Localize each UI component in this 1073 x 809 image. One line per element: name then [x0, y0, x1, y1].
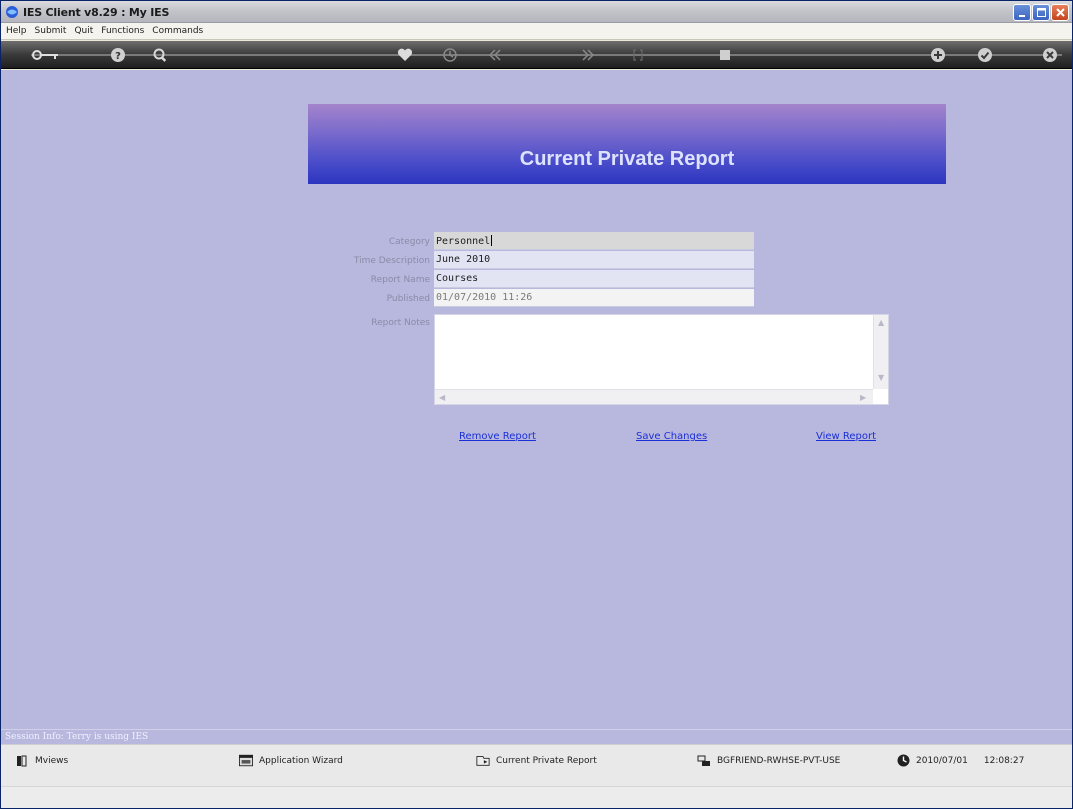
- app-window: IES Client v8.29 : My IES Help Submit Qu…: [0, 0, 1073, 809]
- report-name-value: Courses: [436, 273, 479, 284]
- title-bar[interactable]: IES Client v8.29 : My IES: [1, 1, 1072, 23]
- bottom-strip: [1, 786, 1072, 808]
- fast-forward-icon[interactable]: [579, 46, 597, 64]
- clock-status-icon: [896, 754, 910, 767]
- published-value: 01/07/2010 11:26: [436, 292, 533, 303]
- view-report-link[interactable]: View Report: [816, 431, 876, 442]
- task-current-private-report[interactable]: Current Private Report: [476, 754, 597, 767]
- main-content: Current Private Report Category Personne…: [1, 70, 1072, 729]
- category-value: Personnel: [436, 236, 491, 247]
- session-bar: Session Info: Terry is using IES: [1, 729, 1072, 744]
- published-label: Published: [386, 294, 430, 304]
- report-name-field[interactable]: Courses: [434, 270, 754, 288]
- stop-icon[interactable]: [716, 46, 734, 64]
- maximize-icon: [1036, 8, 1046, 17]
- bracket-icon[interactable]: [629, 46, 647, 64]
- maximize-button[interactable]: [1032, 4, 1050, 21]
- toolbar: ?: [1, 41, 1072, 69]
- menu-bar: Help Submit Quit Functions Commands: [1, 23, 1072, 40]
- menu-help[interactable]: Help: [6, 26, 27, 36]
- app-icon: [6, 6, 18, 18]
- remove-report-link[interactable]: Remove Report: [459, 431, 536, 442]
- window-title: IES Client v8.29 : My IES: [23, 6, 170, 19]
- time-description-field[interactable]: June 2010: [434, 251, 754, 269]
- menu-commands[interactable]: Commands: [152, 26, 203, 36]
- category-label: Category: [388, 237, 430, 247]
- scroll-left-icon[interactable]: ◀: [439, 393, 445, 402]
- report-icon: [476, 754, 490, 767]
- report-notes-label: Report Notes: [371, 318, 430, 328]
- user-icon: [697, 754, 711, 767]
- mviews-icon: [15, 754, 29, 767]
- search-icon[interactable]: [151, 46, 169, 64]
- task-mviews[interactable]: Mviews: [15, 754, 68, 767]
- rewind-icon[interactable]: [486, 46, 504, 64]
- add-icon[interactable]: [929, 46, 947, 64]
- category-field[interactable]: Personnel: [434, 232, 754, 250]
- toolbar-rail: [31, 54, 1062, 56]
- status-time: 12:08:27: [983, 755, 1025, 766]
- menu-submit[interactable]: Submit: [35, 26, 67, 36]
- notes-vertical-scrollbar[interactable]: ▲ ▼: [873, 315, 888, 389]
- page-title: Current Private Report: [519, 148, 735, 170]
- menu-quit[interactable]: Quit: [74, 26, 93, 36]
- save-changes-link[interactable]: Save Changes: [636, 431, 707, 442]
- close-window-button[interactable]: [1051, 4, 1069, 21]
- minimize-button[interactable]: [1013, 4, 1031, 21]
- wizard-icon: [239, 754, 253, 767]
- svg-text:?: ?: [115, 51, 121, 62]
- scroll-up-icon[interactable]: ▲: [878, 318, 884, 327]
- report-notes-textarea[interactable]: ▲ ▼ ◀ ▶: [434, 314, 889, 405]
- task-clock[interactable]: 2010/07/01 12:08:27: [896, 754, 1024, 767]
- cancel-icon[interactable]: [1041, 46, 1059, 64]
- key-icon[interactable]: [31, 46, 61, 64]
- status-date: 2010/07/01: [916, 755, 968, 766]
- time-description-label: Time Description: [353, 256, 430, 266]
- heart-icon[interactable]: [396, 46, 414, 64]
- task-mviews-label: Mviews: [35, 755, 69, 766]
- help-icon[interactable]: ?: [109, 46, 127, 64]
- taskbar: Mviews Application Wizard Current Privat…: [1, 744, 1072, 786]
- close-icon: [1055, 8, 1065, 17]
- published-field: 01/07/2010 11:26: [434, 289, 754, 307]
- task-application-wizard-label: Application Wizard: [259, 755, 343, 766]
- task-user-label: BGFRIEND-RWHSE-PVT-USE: [717, 755, 841, 766]
- clock-icon[interactable]: [441, 46, 459, 64]
- scroll-down-icon[interactable]: ▼: [878, 373, 884, 382]
- notes-horizontal-scrollbar[interactable]: ◀ ▶: [435, 389, 873, 404]
- session-info: Session Info: Terry is using IES: [5, 732, 149, 742]
- minimize-icon: [1019, 14, 1025, 17]
- time-description-value: June 2010: [436, 254, 491, 265]
- scroll-right-icon[interactable]: ▶: [860, 393, 866, 402]
- report-name-label: Report Name: [370, 275, 430, 285]
- text-caret: [491, 235, 493, 246]
- check-icon[interactable]: [976, 46, 994, 64]
- menu-functions[interactable]: Functions: [101, 26, 144, 36]
- page-banner: Current Private Report: [308, 104, 946, 184]
- task-user[interactable]: BGFRIEND-RWHSE-PVT-USE: [697, 754, 840, 767]
- task-application-wizard[interactable]: Application Wizard: [239, 754, 343, 767]
- task-current-private-report-label: Current Private Report: [496, 755, 597, 766]
